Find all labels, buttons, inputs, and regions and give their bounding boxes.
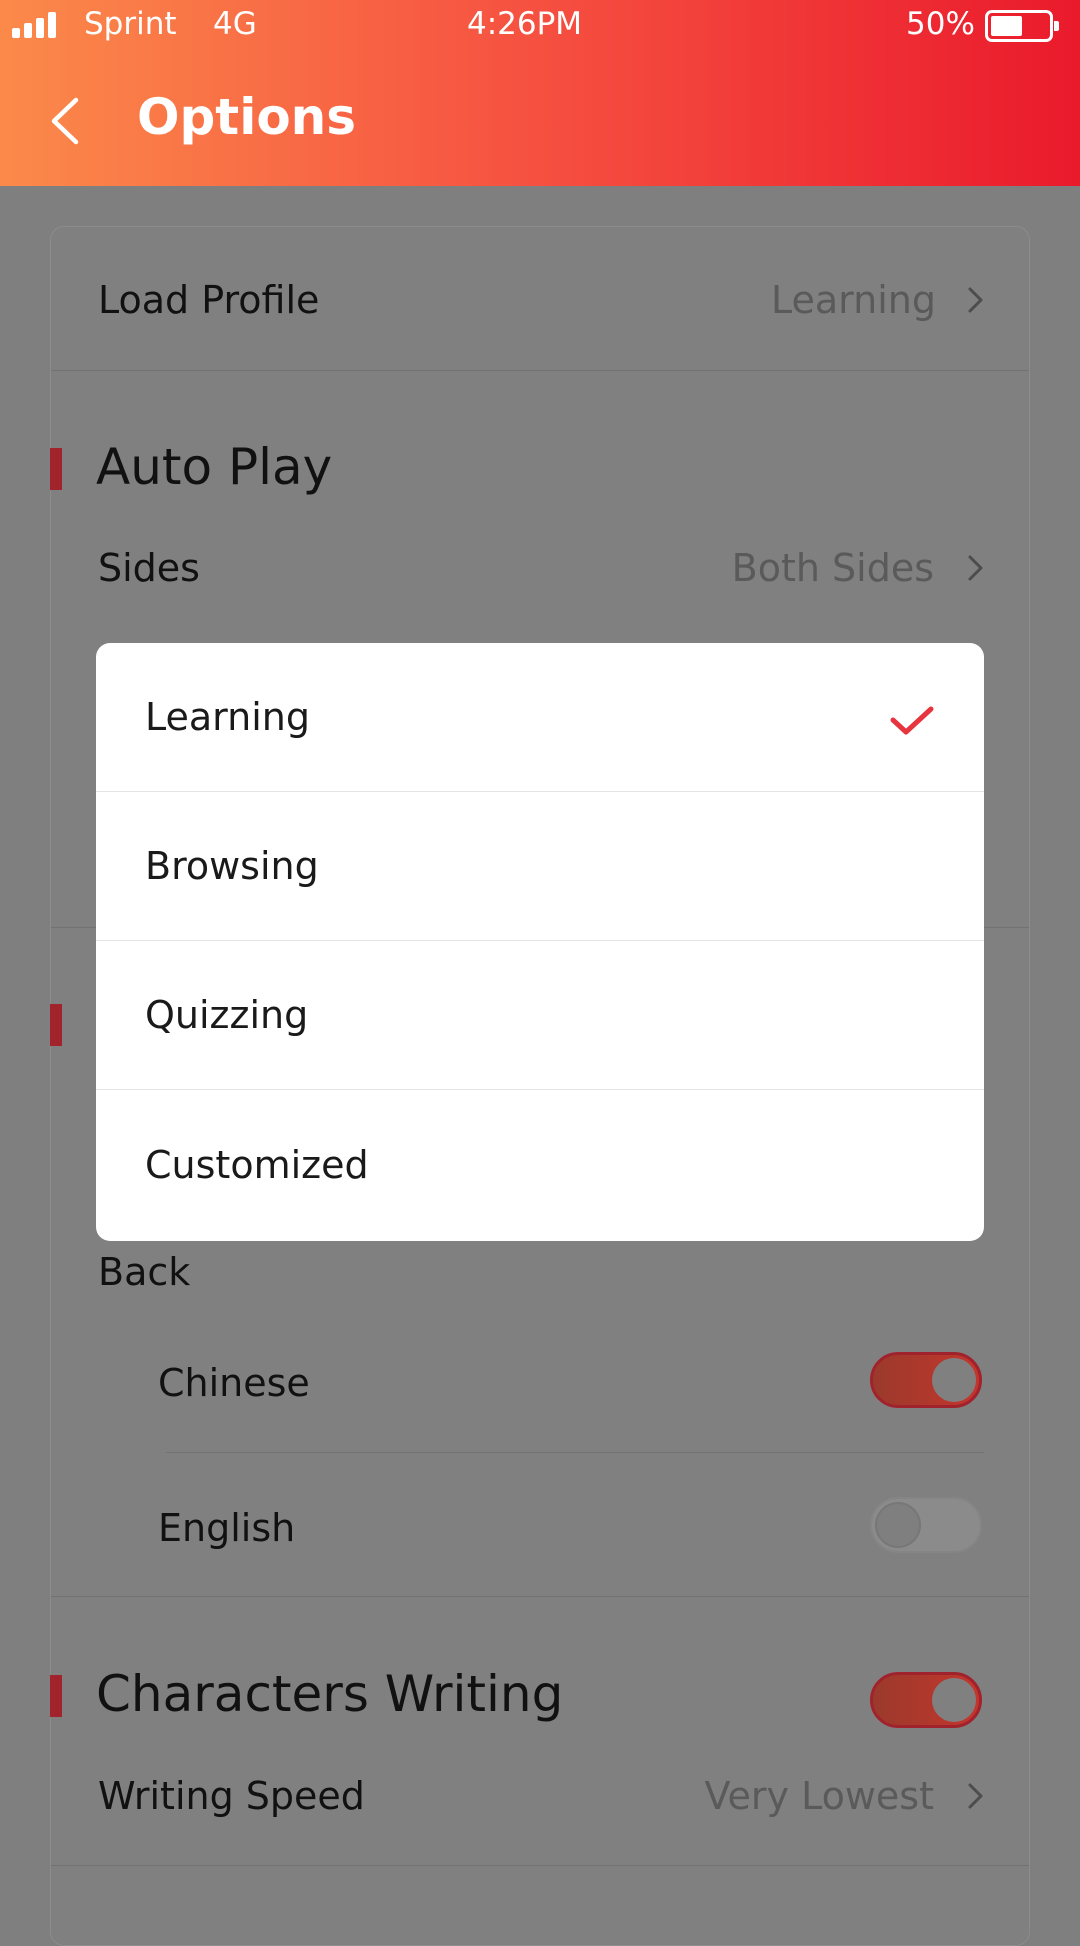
option-label: Customized (145, 1143, 369, 1187)
signal-icon (12, 10, 62, 38)
divider (51, 370, 1029, 371)
option-learning[interactable]: Learning (96, 643, 984, 792)
load-profile-label: Load Profile (98, 278, 320, 322)
chevron-right-icon (968, 1783, 983, 1809)
divider (51, 1596, 1029, 1597)
option-label: Learning (145, 695, 310, 739)
battery-icon (985, 10, 1059, 42)
writing-speed-label: Writing Speed (98, 1774, 365, 1818)
option-quizzing[interactable]: Quizzing (96, 941, 984, 1090)
chinese-toggle[interactable] (870, 1352, 982, 1408)
chevron-left-icon[interactable] (46, 94, 90, 148)
characters-writing-title: Characters Writing (96, 1665, 564, 1723)
sides-label: Sides (98, 546, 200, 590)
network-label: 4G (213, 6, 257, 42)
auto-play-title: Auto Play (96, 438, 333, 496)
english-label: English (158, 1506, 296, 1550)
page-title: Options (137, 88, 357, 146)
option-customized[interactable]: Customized (96, 1091, 984, 1240)
english-toggle[interactable] (870, 1497, 982, 1553)
section-marker (50, 1004, 62, 1046)
sides-value: Both Sides (731, 546, 934, 590)
characters-writing-toggle[interactable] (870, 1672, 982, 1728)
writing-speed-value: Very Lowest (704, 1774, 934, 1818)
carrier-label: Sprint (84, 6, 177, 42)
load-profile-value: Learning (771, 278, 936, 322)
chevron-right-icon (968, 555, 983, 581)
chinese-label: Chinese (158, 1361, 310, 1405)
clock: 4:26PM (467, 6, 583, 42)
battery-percent: 50% (906, 6, 975, 42)
chevron-right-icon (968, 287, 983, 313)
divider (166, 1452, 984, 1453)
option-label: Browsing (145, 844, 319, 888)
divider (51, 1865, 1029, 1866)
section-marker (50, 448, 62, 490)
option-browsing[interactable]: Browsing (96, 792, 984, 941)
option-label: Quizzing (145, 993, 309, 1037)
profile-picker-popup: Learning Browsing Quizzing Customized (96, 643, 984, 1241)
checkmark-icon (890, 706, 934, 735)
status-bar: Sprint 4G 4:26PM 50% (0, 0, 1080, 52)
back-label: Back (98, 1250, 191, 1294)
section-marker (50, 1675, 62, 1717)
